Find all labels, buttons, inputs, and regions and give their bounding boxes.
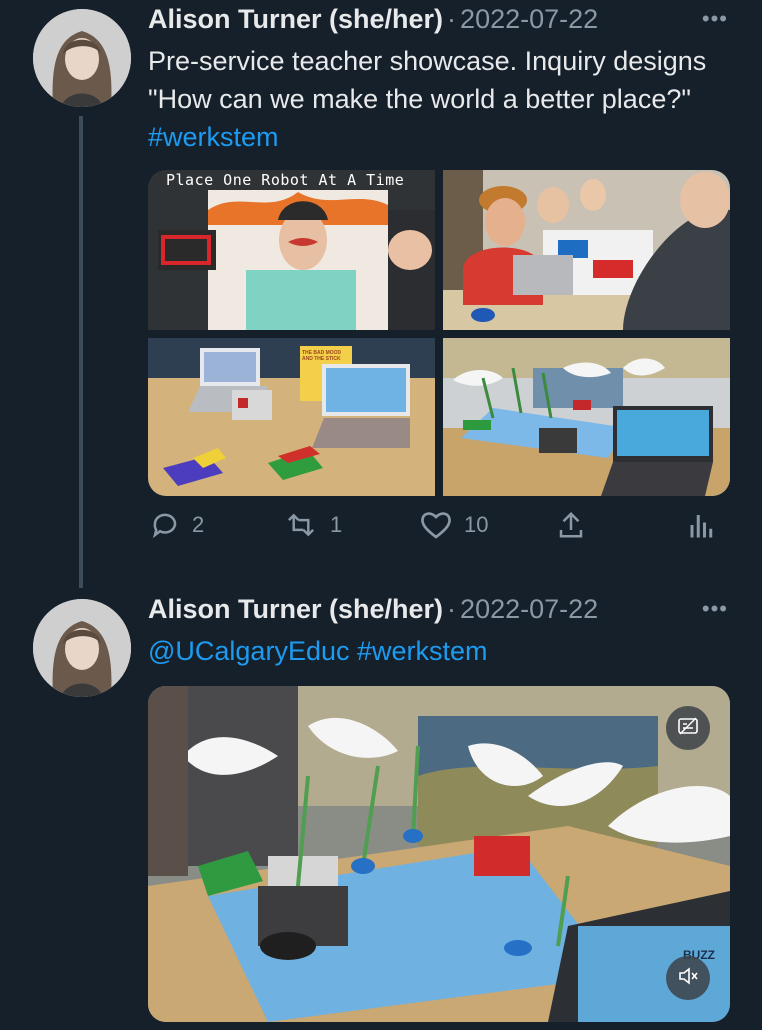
author-avatar-2[interactable] — [33, 599, 131, 697]
author-avatar[interactable] — [33, 9, 131, 107]
separator-dot-2: · — [447, 594, 457, 624]
media-photo-4[interactable] — [443, 338, 730, 496]
tweet-text: Pre-service teacher showcase. Inquiry de… — [148, 42, 728, 156]
captions-button[interactable] — [666, 706, 710, 750]
tweet-header-2: Alison Turner (she/her) · 2022-07-22 — [148, 594, 598, 625]
author-name-2[interactable]: Alison Turner (she/her) — [148, 594, 443, 624]
mute-icon — [677, 966, 699, 991]
captions-icon — [677, 716, 699, 741]
mute-button[interactable] — [666, 956, 710, 1000]
more-options-icon-2[interactable]: ••• — [702, 596, 728, 622]
book-cover-text: THE BAD MOOD AND THE STICK — [302, 350, 342, 362]
share-button[interactable] — [557, 510, 585, 540]
tweet-text-2: @UCalgaryEduc #werkstem — [148, 632, 728, 670]
analytics-button[interactable] — [688, 510, 716, 540]
tweet-header: Alison Turner (she/her) · 2022-07-22 — [148, 4, 598, 35]
tweet-body: Pre-service teacher showcase. Inquiry de… — [148, 46, 707, 114]
reply-icon — [150, 510, 180, 540]
reply-count: 2 — [192, 512, 205, 537]
tweet-date-2[interactable]: 2022-07-22 — [460, 594, 598, 624]
media-photo-2[interactable] — [443, 170, 730, 330]
separator-dot: · — [447, 4, 457, 34]
video-player[interactable]: BUZZ — [148, 686, 730, 1022]
hashtag-link[interactable]: #werkstem — [148, 122, 279, 152]
thread-connector-line — [79, 116, 83, 588]
analytics-icon — [688, 510, 716, 540]
robot-sign-text: Place One Robot At A Time — [166, 171, 405, 189]
like-button[interactable]: 10 — [420, 510, 488, 540]
media-photo-3[interactable]: THE BAD MOOD AND THE STICK — [148, 338, 435, 496]
author-name[interactable]: Alison Turner (she/her) — [148, 4, 443, 34]
retweet-button[interactable]: 1 — [284, 510, 342, 540]
mention-link[interactable]: @UCalgaryEduc — [148, 636, 350, 666]
share-icon — [557, 510, 585, 540]
tweet-actions: 2 1 10 — [148, 510, 730, 550]
media-grid: Place One Robot At A Time THE BAD MOOD A… — [148, 170, 730, 496]
retweet-count: 1 — [330, 512, 343, 537]
like-icon — [420, 510, 452, 540]
tweet-date[interactable]: 2022-07-22 — [460, 4, 598, 34]
more-options-icon[interactable]: ••• — [702, 6, 728, 32]
reply-button[interactable]: 2 — [150, 510, 204, 540]
like-count: 10 — [464, 512, 489, 537]
media-photo-1[interactable]: Place One Robot At A Time — [148, 170, 435, 330]
retweet-icon — [284, 510, 318, 540]
hashtag-link-2[interactable]: #werkstem — [357, 636, 488, 666]
